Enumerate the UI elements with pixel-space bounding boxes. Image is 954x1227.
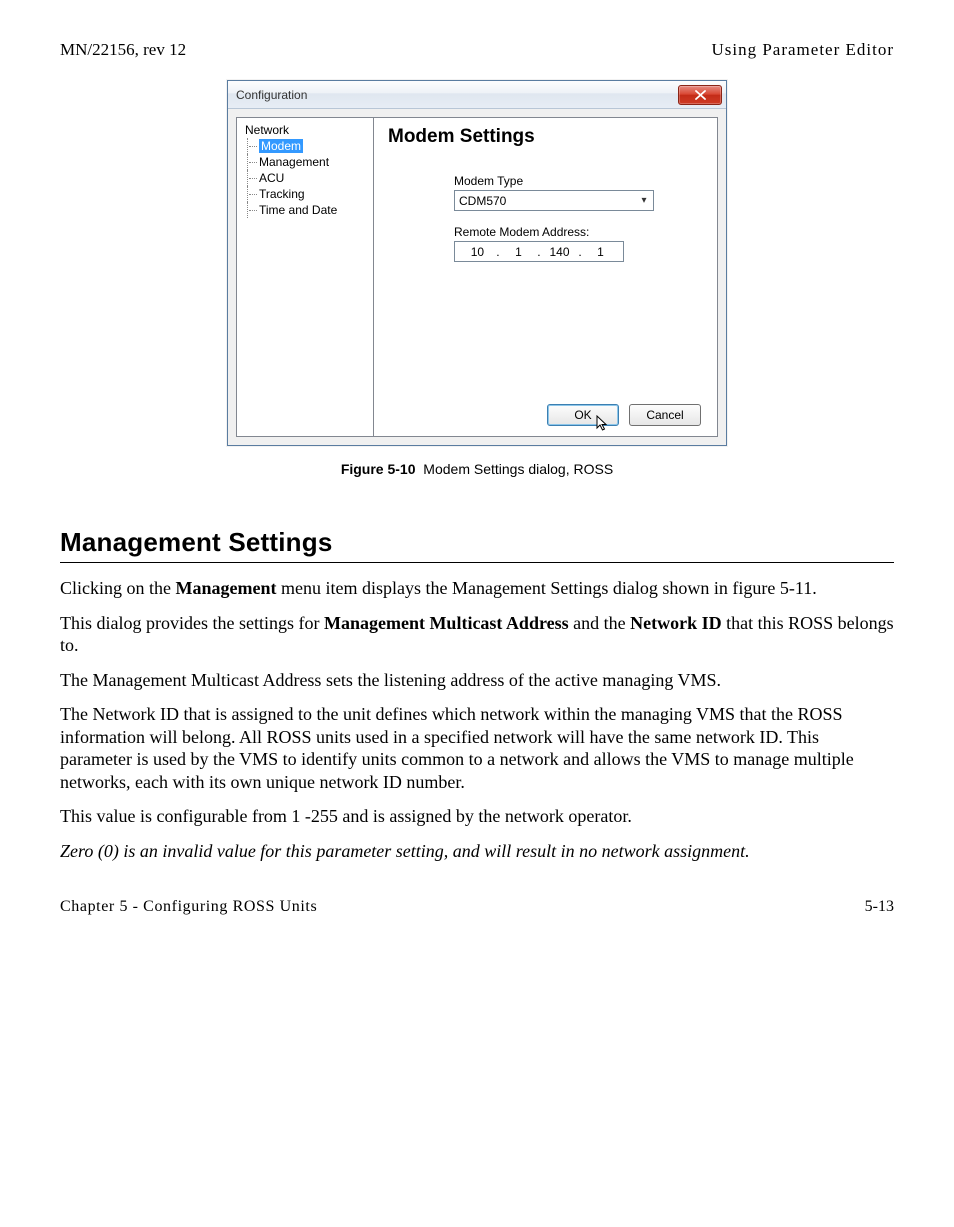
configuration-dialog: Configuration Network Modem Management A… <box>227 80 727 446</box>
page-footer: Chapter 5 - Configuring ROSS Units 5-13 <box>60 898 894 916</box>
cancel-button-label: Cancel <box>646 408 683 422</box>
footer-chapter: Chapter 5 - Configuring ROSS Units <box>60 898 317 916</box>
ip-dot: . <box>537 245 540 259</box>
figure-caption: Figure 5-10 Modem Settings dialog, ROSS <box>60 461 894 477</box>
close-icon <box>695 90 706 100</box>
ip-octet-4[interactable]: 1 <box>587 245 615 259</box>
tree-item-modem[interactable]: Modem <box>239 138 371 154</box>
nav-tree[interactable]: Network Modem Management ACU Tracking Ti… <box>236 117 374 437</box>
remote-address-label: Remote Modem Address: <box>454 225 707 239</box>
text-bold: Management Multicast Address <box>324 613 569 633</box>
text: This value is configurable from 1 -255 a… <box>60 805 894 828</box>
text: This dialog provides the settings for <box>60 613 324 633</box>
dialog-titlebar: Configuration <box>228 81 726 109</box>
cancel-button[interactable]: Cancel <box>629 404 701 426</box>
tree-item-label: Management <box>259 155 329 169</box>
page-header: MN/22156, rev 12 Using Parameter Editor <box>60 40 894 60</box>
modem-type-select[interactable]: CDM570 ▾ <box>454 190 654 211</box>
tree-root-network[interactable]: Network <box>239 122 371 138</box>
text: Clicking on the <box>60 578 176 598</box>
ip-dot: . <box>578 245 581 259</box>
remote-address-input[interactable]: 10 . 1 . 140 . 1 <box>454 241 624 262</box>
settings-pane: Modem Settings Modem Type CDM570 ▾ Remot… <box>374 117 718 437</box>
section-rule <box>60 562 894 563</box>
header-section-title: Using Parameter Editor <box>711 40 894 60</box>
text-bold: Network ID <box>630 613 722 633</box>
ip-octet-2[interactable]: 1 <box>504 245 532 259</box>
pane-title: Modem Settings <box>388 126 707 148</box>
chevron-down-icon: ▾ <box>637 195 651 206</box>
cursor-icon <box>596 415 610 433</box>
header-doc-id: MN/22156, rev 12 <box>60 40 186 60</box>
tree-item-label: Modem <box>259 139 303 153</box>
tree-item-tracking[interactable]: Tracking <box>239 186 371 202</box>
body-text: Clicking on the Management menu item dis… <box>60 577 894 862</box>
text-italic: Zero (0) is an invalid value for this pa… <box>60 840 894 863</box>
footer-page-number: 5-13 <box>865 898 894 916</box>
ip-octet-3[interactable]: 140 <box>545 245 573 259</box>
ok-button-label: OK <box>574 408 591 422</box>
close-button[interactable] <box>678 85 722 105</box>
tree-item-management[interactable]: Management <box>239 154 371 170</box>
figure-caption-text: Modem Settings dialog, ROSS <box>423 461 613 477</box>
ip-octet-1[interactable]: 10 <box>463 245 491 259</box>
tree-item-label: Time and Date <box>259 203 337 217</box>
tree-item-time-and-date[interactable]: Time and Date <box>239 202 371 218</box>
text: The Network ID that is assigned to the u… <box>60 703 894 793</box>
modem-type-label: Modem Type <box>454 174 707 188</box>
dialog-title: Configuration <box>236 88 307 102</box>
text: The Management Multicast Address sets th… <box>60 669 894 692</box>
ok-button[interactable]: OK <box>547 404 619 426</box>
section-heading: Management Settings <box>60 527 894 558</box>
tree-item-label: Tracking <box>259 187 305 201</box>
text: and the <box>569 613 630 633</box>
tree-item-acu[interactable]: ACU <box>239 170 371 186</box>
figure-number: Figure 5-10 <box>341 461 416 477</box>
modem-type-value: CDM570 <box>459 194 506 208</box>
tree-item-label: ACU <box>259 171 284 185</box>
text-bold: Management <box>176 578 277 598</box>
text: menu item displays the Management Settin… <box>276 578 816 598</box>
ip-dot: . <box>496 245 499 259</box>
